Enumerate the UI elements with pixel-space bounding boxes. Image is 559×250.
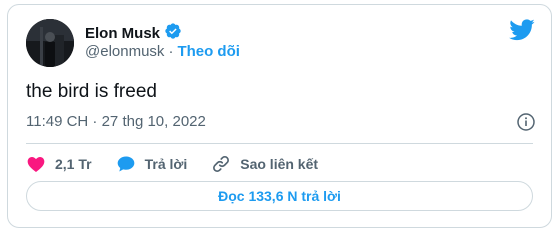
tweet-card: Elon Musk @elonmusk · Theo dõi the bird …: [7, 4, 552, 228]
info-icon[interactable]: [517, 113, 535, 131]
chain-link-icon: [213, 156, 230, 172]
author-name-label[interactable]: Elon Musk: [85, 25, 160, 42]
like-count: 2,1 Tr: [55, 156, 92, 172]
twitter-bird-icon[interactable]: [509, 19, 535, 41]
speech-bubble-icon: [117, 156, 134, 172]
copy-link-button[interactable]: Sao liên kết: [211, 154, 318, 174]
tweet-timestamp[interactable]: 11:49 CH · 27 thg 10, 2022: [26, 113, 206, 130]
read-replies-button[interactable]: Đọc 133,6 N trả lời: [26, 181, 533, 211]
action-bar: 2,1 Tr Trả lời Sao liên kết: [26, 151, 342, 177]
author-handle-row: @elonmusk · Theo dõi: [85, 43, 240, 60]
separator-dot: ·: [168, 43, 174, 60]
read-replies-label: Đọc 133,6 N trả lời: [218, 188, 341, 204]
follow-button[interactable]: Theo dõi: [177, 43, 240, 60]
divider: [26, 143, 533, 144]
author-name[interactable]: Elon Musk: [85, 22, 182, 44]
reply-button[interactable]: Trả lời: [116, 154, 188, 174]
avatar[interactable]: [26, 19, 74, 67]
reply-label: Trả lời: [144, 156, 188, 172]
verified-badge-icon: [164, 22, 182, 44]
author-handle[interactable]: @elonmusk: [85, 43, 164, 60]
copy-link-label: Sao liên kết: [240, 156, 319, 172]
heart-icon: [27, 157, 45, 172]
tweet-text: the bird is freed: [26, 81, 157, 102]
like-button[interactable]: 2,1 Tr: [26, 154, 92, 174]
